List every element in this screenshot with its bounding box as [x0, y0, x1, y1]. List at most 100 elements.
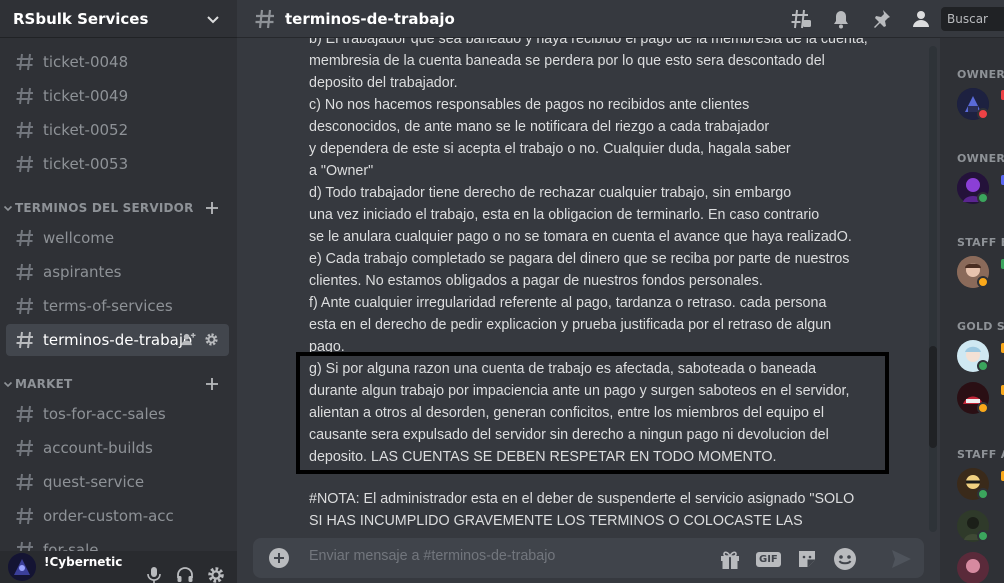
channel-label: terminos-de-trabajo	[43, 331, 193, 349]
bell-icon[interactable]	[821, 7, 861, 31]
idle-status-icon	[977, 276, 989, 288]
user-avatar-icon	[8, 553, 36, 581]
message-line: b) El trabajador que sea baneado y haya …	[309, 38, 868, 47]
role-header: OWNER	[957, 152, 1004, 165]
message-line: SI HAS INCUMPLIDO GRAVEMENTE LOS TERMINO…	[309, 513, 803, 529]
category-label: MARKET	[15, 377, 73, 391]
dnd-status-icon	[977, 108, 989, 120]
hash-icon	[16, 507, 33, 525]
hash-icon	[16, 473, 33, 491]
channel-ticket-0052[interactable]: ticket-0052	[6, 114, 229, 146]
member-avatar[interactable]	[957, 552, 989, 583]
online-status-icon	[977, 360, 989, 372]
message-line: deposito del trabajador.	[309, 75, 458, 91]
plus-icon[interactable]	[204, 376, 220, 392]
channel-order-custom-acc[interactable]: order-custom-acc	[6, 500, 229, 532]
channel-tos-for-acc-sales[interactable]: tos-for-acc-sales	[6, 398, 229, 430]
panel-controls	[145, 566, 225, 583]
message-line: una vez iniciado el trabajo, esta en la …	[309, 207, 820, 223]
hash-icon	[16, 155, 33, 173]
gif-button[interactable]: GIF	[756, 551, 781, 567]
member-avatar[interactable]	[957, 510, 989, 542]
plus-icon[interactable]	[204, 200, 220, 216]
chevron-down-icon	[3, 205, 13, 212]
message-line: desconocidos, de ante mano se le notific…	[309, 119, 770, 135]
category-market[interactable]: MARKET	[0, 375, 237, 393]
avatar[interactable]	[8, 553, 36, 581]
online-status-icon	[977, 192, 989, 204]
settings-gear-icon[interactable]	[207, 566, 225, 583]
invite-icon[interactable]	[181, 332, 196, 347]
channel-ticket-0049[interactable]: ticket-0049	[6, 80, 229, 112]
user-panel: !Cybernetic	[0, 551, 237, 583]
search-input[interactable]: Buscar	[941, 7, 1004, 31]
hash-icon	[16, 263, 33, 281]
message-line: a "Owner"	[309, 163, 374, 179]
hash-icon	[255, 9, 274, 28]
channel-label: aspirantes	[43, 263, 122, 281]
headphones-icon[interactable]	[176, 566, 194, 583]
channel-account-builds[interactable]: account-builds	[6, 432, 229, 464]
chevron-down-icon	[207, 15, 219, 23]
member-list: OWNER OWNER STAFF E GOLD S STAFF A	[940, 38, 1004, 583]
send-icon[interactable]	[890, 548, 912, 570]
hash-icon	[16, 87, 33, 105]
channel-ticket-0053[interactable]: ticket-0053	[6, 148, 229, 180]
message-line: se le anulara cualquier pago o no se tom…	[309, 229, 852, 245]
add-attachment-icon[interactable]	[269, 548, 289, 568]
message-composer: Enviar mensaje a #terminos-de-trabajo GI…	[253, 538, 924, 578]
idle-status-icon	[977, 402, 989, 414]
scrollbar-thumb[interactable]	[929, 346, 937, 448]
member-avatar[interactable]	[957, 172, 989, 204]
member-avatar[interactable]	[957, 468, 989, 500]
channel-label: terms-of-services	[43, 297, 173, 315]
message-line: membresia de la cuenta baneada se perder…	[309, 53, 825, 69]
channel-label: wellcome	[43, 229, 115, 247]
member-avatar[interactable]	[957, 256, 989, 288]
hash-icon	[16, 331, 33, 349]
online-status-icon	[977, 488, 989, 500]
channel-aspirantes[interactable]: aspirantes	[6, 256, 229, 288]
message-input[interactable]: Enviar mensaje a #terminos-de-trabajo	[309, 548, 555, 564]
member-avatar[interactable]	[957, 340, 989, 372]
sticker-icon[interactable]	[796, 548, 818, 570]
header-toolbar	[781, 7, 941, 31]
username: !Cybernetic	[44, 555, 123, 569]
channel-ticket-0048[interactable]: ticket-0048	[6, 46, 229, 78]
pin-icon[interactable]	[861, 7, 901, 31]
highlight-box	[296, 352, 889, 474]
message-line: f) Ante cualquier irregularidad referent…	[309, 295, 827, 311]
member-avatar[interactable]	[957, 382, 989, 414]
channel-label: account-builds	[43, 439, 153, 457]
channel-terms-of-services[interactable]: terms-of-services	[6, 290, 229, 322]
category-label: TERMINOS DEL SERVIDOR	[15, 201, 194, 215]
message-line: clientes. No estamos obligados a pagar d…	[309, 273, 763, 289]
members-icon[interactable]	[901, 7, 941, 31]
channel-label: order-custom-acc	[43, 507, 174, 525]
threads-icon[interactable]	[781, 7, 821, 31]
message-line: d) Todo trabajador tiene derecho de rech…	[309, 185, 792, 201]
hash-icon	[16, 297, 33, 315]
role-header: STAFF E	[957, 236, 1004, 249]
server-header[interactable]: RSbulk Services	[0, 0, 237, 38]
category-terminos[interactable]: TERMINOS DEL SERVIDOR	[0, 199, 237, 217]
gift-icon[interactable]	[719, 548, 741, 570]
nota-message: #NOTA: El administrador esta en el deber…	[309, 488, 854, 532]
hash-icon	[16, 121, 33, 139]
channel-wellcome[interactable]: wellcome	[6, 222, 229, 254]
channel-quest-service[interactable]: quest-service	[6, 466, 229, 498]
hash-icon	[16, 229, 33, 247]
hash-icon	[16, 405, 33, 423]
channel-label: tos-for-acc-sales	[43, 405, 166, 423]
emoji-icon[interactable]	[833, 547, 857, 571]
hash-icon	[16, 439, 33, 457]
online-status-icon	[977, 530, 989, 542]
channel-terminos-de-trabajo[interactable]: terminos-de-trabajo	[6, 324, 229, 356]
gear-icon[interactable]	[204, 332, 219, 347]
avatar-icon	[957, 552, 989, 583]
channel-label: ticket-0049	[43, 87, 129, 105]
microphone-icon[interactable]	[145, 566, 163, 583]
member-avatar[interactable]	[957, 88, 989, 120]
channel-label: quest-service	[43, 473, 145, 491]
scrollbar-track[interactable]	[929, 46, 937, 532]
